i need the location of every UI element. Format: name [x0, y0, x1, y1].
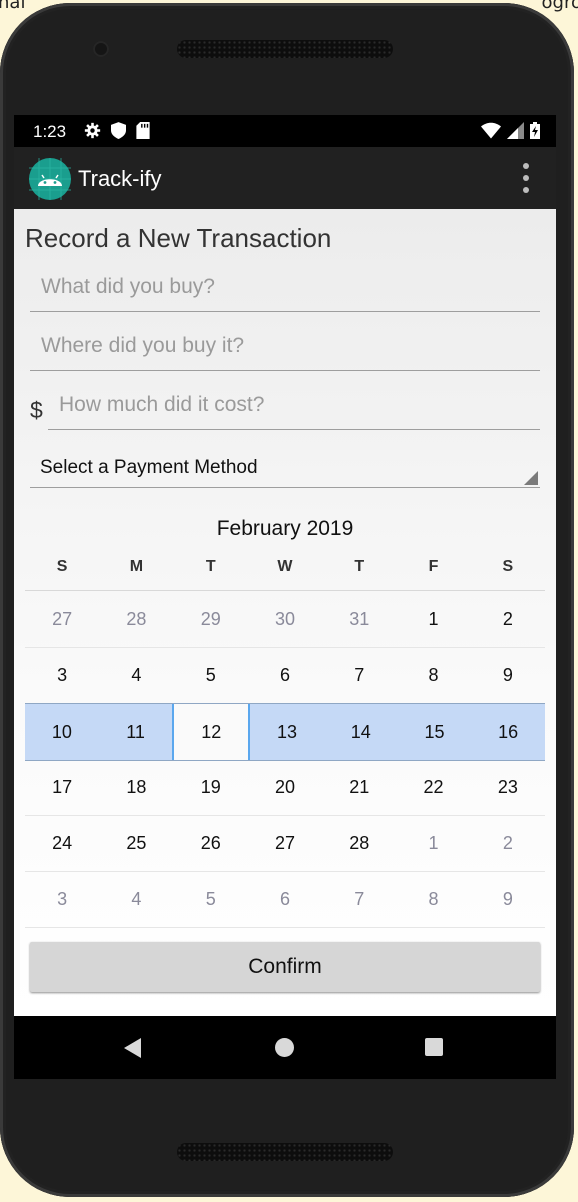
calendar-day[interactable]: 27	[25, 591, 99, 647]
calendar-day[interactable]: 25	[99, 815, 173, 871]
calendar-day[interactable]: 21	[322, 759, 396, 815]
calendar-week-row: 3456789	[25, 647, 545, 704]
battery-charging-icon	[530, 122, 540, 139]
calendar-day[interactable]: 9	[471, 647, 545, 703]
calendar-day[interactable]: 18	[99, 759, 173, 815]
weekday-label: S	[56, 558, 68, 575]
android-icon	[29, 158, 71, 200]
calendar-day[interactable]: 4	[99, 647, 173, 703]
weekday-label: T	[354, 558, 365, 575]
phone-frame: 1:23 Track-ify Record a New Transaction …	[0, 3, 574, 1197]
sd-card-icon	[136, 122, 150, 139]
calendar-day[interactable]: 9	[471, 871, 545, 927]
item-input-placeholder: What did you buy?	[41, 275, 215, 298]
calendar-day[interactable]: 16	[471, 704, 545, 760]
store-input-placeholder: Where did you buy it?	[41, 334, 245, 357]
calendar-day[interactable]: 15	[398, 704, 472, 760]
calendar-day[interactable]: 1	[396, 815, 470, 871]
calendar-day[interactable]: 29	[174, 591, 248, 647]
calendar-week-row: 24 25 26 27 28 1 2	[25, 815, 545, 872]
signal-icon	[507, 122, 524, 139]
calendar-week-row: 3456789	[25, 871, 545, 928]
overflow-menu-icon[interactable]	[522, 163, 530, 193]
calendar-day[interactable]: 17	[25, 759, 99, 815]
weekday-label: F	[428, 558, 439, 575]
calendar-weekday-header: SMTWTFS	[25, 558, 545, 591]
calendar-day[interactable]: 3	[25, 871, 99, 927]
calendar-day[interactable]: 2	[471, 815, 545, 871]
calendar-month-label: February 2019	[216, 517, 354, 540]
background-text-left: nal	[0, 0, 26, 13]
calendar-day[interactable]: 4	[99, 871, 173, 927]
status-icons-right	[481, 122, 540, 139]
calendar-day[interactable]: 6	[248, 871, 322, 927]
page-title: Record a New Transaction	[25, 223, 332, 253]
weekday-label: S	[502, 558, 514, 575]
status-time: 1:23	[33, 122, 67, 141]
confirm-button[interactable]: Confirm	[30, 942, 540, 992]
home-icon[interactable]	[275, 1038, 294, 1057]
top-speaker	[177, 40, 393, 58]
cost-input[interactable]: How much did it cost?	[48, 393, 540, 430]
weekday-label: T	[205, 558, 216, 575]
front-camera	[93, 41, 109, 57]
calendar-day[interactable]: 13	[250, 704, 324, 760]
status-bar: 1:23	[14, 115, 556, 147]
transaction-form: Record a New Transaction What did you bu…	[14, 209, 556, 1015]
phone-screen: 1:23 Track-ify Record a New Transaction …	[14, 115, 556, 1079]
calendar-day[interactable]: 5	[174, 871, 248, 927]
calendar-day[interactable]: 14	[324, 704, 398, 760]
calendar-day[interactable]: 8	[396, 871, 470, 927]
gear-icon	[84, 122, 101, 139]
calendar-day[interactable]: 1	[396, 591, 470, 647]
calendar-day[interactable]: 5	[174, 647, 248, 703]
calendar-day[interactable]: 20	[248, 759, 322, 815]
calendar-day[interactable]: 6	[248, 647, 322, 703]
calendar-day[interactable]: 26	[174, 815, 248, 871]
app-bar: Track-ify	[14, 147, 556, 209]
shield-icon	[111, 122, 126, 139]
calendar-day[interactable]: 23	[471, 759, 545, 815]
payment-method-select[interactable]: Select a Payment Method	[30, 455, 540, 488]
calendar-week-row: 27 28 29 30 31 1 2	[25, 591, 545, 648]
calendar-day[interactable]: 19	[174, 759, 248, 815]
payment-method-label: Select a Payment Method	[40, 457, 258, 478]
cost-input-placeholder: How much did it cost?	[59, 393, 265, 416]
wifi-icon	[481, 122, 501, 139]
back-icon[interactable]	[124, 1038, 141, 1058]
dropdown-arrow-icon	[524, 471, 538, 485]
app-title: Track-ify	[78, 166, 162, 191]
calendar-day[interactable]: 24	[25, 815, 99, 871]
background-text-right: ogro	[541, 0, 578, 13]
calendar-day[interactable]: 28	[99, 591, 173, 647]
calendar-day[interactable]: 3	[25, 647, 99, 703]
status-icons-left	[84, 122, 150, 139]
store-input[interactable]: Where did you buy it?	[30, 334, 540, 371]
calendar-week-row: 10 11 12 13 14 15 16	[25, 703, 545, 761]
calendar-day[interactable]: 30	[248, 591, 322, 647]
calendar-day[interactable]: 28	[322, 815, 396, 871]
weekday-label: W	[277, 558, 293, 575]
recents-icon[interactable]	[425, 1038, 443, 1056]
calendar-day[interactable]: 31	[322, 591, 396, 647]
navigation-bar	[14, 1016, 556, 1079]
calendar-week-row: 17 18 19 20 21 22 23	[25, 759, 545, 816]
calendar-day[interactable]: 22	[396, 759, 470, 815]
item-input[interactable]: What did you buy?	[30, 275, 540, 312]
calendar-day-selected[interactable]: 12	[172, 704, 251, 760]
calendar-day[interactable]: 10	[25, 704, 99, 760]
calendar-day[interactable]: 8	[396, 647, 470, 703]
weekday-label: M	[129, 558, 144, 575]
calendar-day[interactable]: 2	[471, 591, 545, 647]
calendar-day[interactable]: 11	[99, 704, 173, 760]
calendar-day[interactable]: 27	[248, 815, 322, 871]
bottom-speaker	[177, 1143, 393, 1161]
currency-symbol: $	[30, 397, 43, 423]
calendar-day[interactable]: 7	[322, 647, 396, 703]
calendar-day[interactable]: 7	[322, 871, 396, 927]
